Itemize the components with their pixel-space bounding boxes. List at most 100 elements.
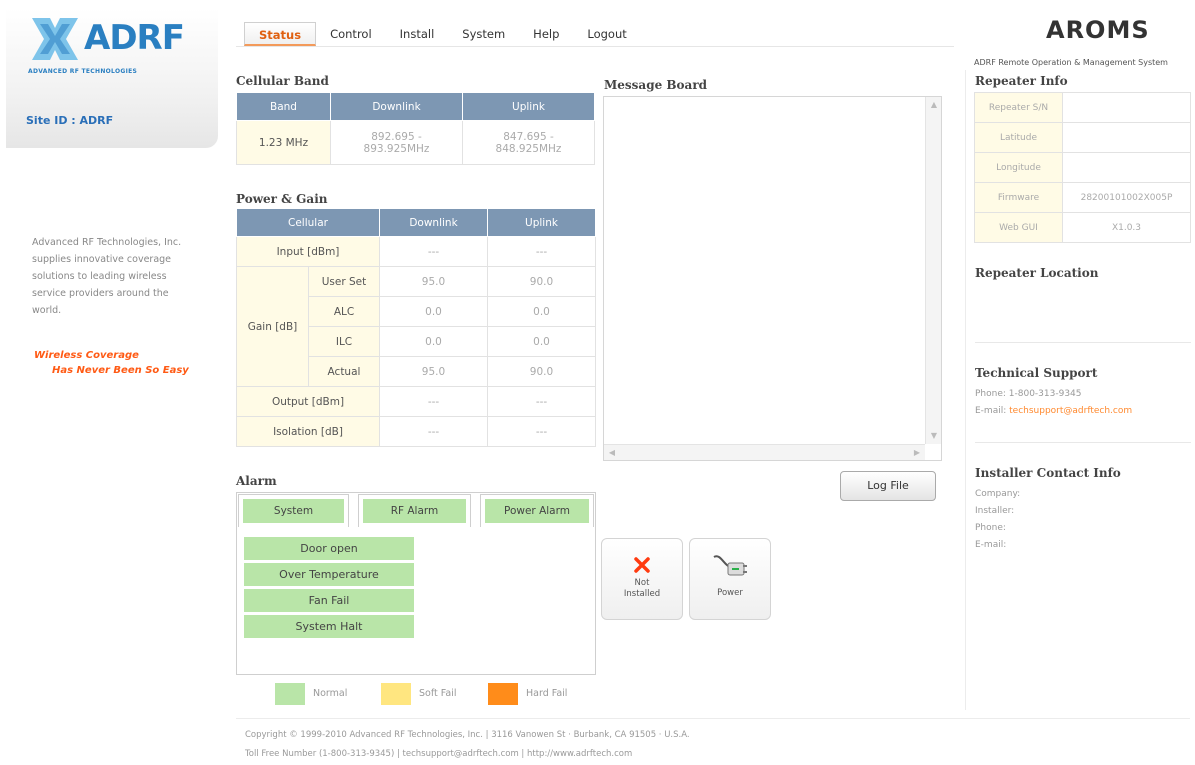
legend-soft-fail-label: Soft Fail: [419, 688, 457, 699]
horizontal-scrollbar[interactable]: ◀ ▶: [604, 444, 925, 460]
gain-row-downlink: 95.0: [379, 356, 488, 387]
about-text: Advanced RF Technologies, Inc. supplies …: [32, 237, 182, 316]
red-x-icon: [634, 557, 650, 573]
divider: [975, 342, 1191, 343]
alarm-item: Door open: [244, 537, 414, 561]
tab-status[interactable]: Status: [244, 22, 317, 46]
power-gain-title: Power & Gain: [236, 192, 328, 206]
gain-row-label: ILC: [308, 326, 380, 357]
info-value: [1062, 122, 1191, 153]
scroll-right-icon[interactable]: ▶: [909, 445, 925, 461]
tab-help[interactable]: Help: [519, 22, 573, 46]
input-uplink: ---: [487, 236, 596, 267]
alarm-tab-rf[interactable]: RF Alarm: [358, 494, 471, 527]
alarm-tab-system[interactable]: System: [238, 494, 349, 527]
gain-row-downlink: 0.0: [379, 296, 488, 327]
info-label: Longitude: [974, 152, 1063, 183]
output-label: Output [dBm]: [236, 386, 380, 417]
gain-label: Gain [dB]: [236, 266, 309, 387]
power-gain-table: Cellular Downlink Uplink Input [dBm] ---…: [236, 208, 596, 447]
gain-row-label: ALC: [308, 296, 380, 327]
footer-copyright: Copyright © 1999-2010 Advanced RF Techno…: [245, 730, 690, 740]
scroll-left-icon[interactable]: ◀: [604, 445, 620, 461]
gain-row-label: Actual: [308, 356, 380, 387]
input-label: Input [dBm]: [236, 236, 380, 267]
installer-name: Installer:: [975, 506, 1015, 516]
legend-hard-fail-label: Hard Fail: [526, 688, 568, 699]
support-email-link[interactable]: techsupport@adrftech.com: [1009, 406, 1132, 416]
header-cellular: Cellular: [236, 208, 380, 237]
installer-contact-title: Installer Contact Info: [975, 466, 1121, 480]
tagline-line-1: Wireless Coverage: [34, 350, 139, 361]
power-plug-icon: [713, 555, 747, 576]
logo-text: ADRF: [84, 18, 185, 58]
divider: [975, 442, 1191, 443]
info-label: Firmware: [974, 182, 1063, 213]
info-value: [1062, 92, 1191, 123]
app-title: AROMS: [1046, 16, 1150, 44]
downlink-value: 892.695 - 893.925MHz: [330, 120, 463, 165]
tab-system[interactable]: System: [448, 22, 519, 46]
gain-row-uplink: 90.0: [487, 266, 596, 297]
footer-contact: Toll Free Number (1-800-313-9345) | tech…: [245, 749, 633, 759]
alarm-tab-power[interactable]: Power Alarm: [480, 494, 594, 527]
alarm-tab-label: RF Alarm: [363, 499, 466, 523]
cellular-band-title: Cellular Band: [236, 74, 329, 88]
gain-row-uplink: 90.0: [487, 356, 596, 387]
isolation-uplink: ---: [487, 416, 596, 447]
legend-soft-fail-swatch: [381, 683, 411, 705]
header-downlink: Downlink: [379, 208, 488, 237]
tab-logout[interactable]: Logout: [573, 22, 640, 46]
alarm-tab-label: Power Alarm: [485, 499, 589, 523]
alarm-item: Fan Fail: [244, 589, 414, 613]
not-installed-label-1: Not: [634, 578, 650, 588]
legend-hard-fail-swatch: [488, 683, 518, 705]
alarm-item: System Halt: [244, 615, 414, 639]
info-value: X1.0.3: [1062, 212, 1191, 243]
legend-normal-label: Normal: [313, 688, 348, 699]
input-downlink: ---: [379, 236, 488, 267]
info-label: Web GUI: [974, 212, 1063, 243]
isolation-label: Isolation [dB]: [236, 416, 380, 447]
gain-row-uplink: 0.0: [487, 296, 596, 327]
site-id: Site ID : ADRF: [26, 114, 114, 127]
vertical-scrollbar[interactable]: ▲ ▼: [925, 97, 941, 444]
technical-support-title: Technical Support: [975, 366, 1098, 380]
tagline: Wireless Coverage Has Never Been So Easy: [34, 348, 189, 378]
not-installed-button[interactable]: Not Installed: [601, 538, 683, 620]
technical-support-info: Phone: 1-800-313-9345 E-mail: techsuppor…: [975, 386, 1132, 420]
info-value: 28200101002X005P: [1062, 182, 1191, 213]
output-downlink: ---: [379, 386, 488, 417]
info-label: Repeater S/N: [974, 92, 1063, 123]
app-subtitle: ADRF Remote Operation & Management Syste…: [974, 58, 1168, 67]
info-label: Latitude: [974, 122, 1063, 153]
right-panel-divider: [965, 70, 966, 710]
gain-row-uplink: 0.0: [487, 326, 596, 357]
message-board-title: Message Board: [604, 78, 708, 92]
alarm-title: Alarm: [236, 474, 277, 488]
gain-row-downlink: 0.0: [379, 326, 488, 357]
header-uplink: Uplink: [487, 208, 596, 237]
support-email-line: E-mail: techsupport@adrftech.com: [975, 403, 1132, 420]
scroll-up-icon[interactable]: ▲: [926, 97, 942, 113]
logo-subtitle: ADVANCED RF TECHNOLOGIES: [28, 68, 138, 75]
scroll-down-icon[interactable]: ▼: [926, 428, 942, 444]
message-board-textarea[interactable]: ▲ ▼ ◀ ▶: [603, 96, 942, 461]
gain-row-downlink: 95.0: [379, 266, 488, 297]
not-installed-label-2: Installed: [623, 589, 661, 599]
info-value: [1062, 152, 1191, 183]
tagline-line-2: Has Never Been So Easy: [52, 365, 189, 376]
header-band: Band: [236, 92, 331, 121]
power-button[interactable]: Power: [689, 538, 771, 620]
alarm-tab-label: System: [243, 499, 344, 523]
installer-company: Company:: [975, 489, 1021, 499]
log-file-button[interactable]: Log File: [840, 471, 936, 501]
cellular-band-table: Band Downlink Uplink 1.23 MHz 892.695 - …: [236, 92, 595, 165]
repeater-info-title: Repeater Info: [975, 74, 1068, 88]
main-nav: Status Control Install System Help Logou…: [244, 22, 641, 46]
uplink-value: 847.695 - 848.925MHz: [462, 120, 595, 165]
tab-control[interactable]: Control: [316, 22, 386, 46]
tab-install[interactable]: Install: [386, 22, 449, 46]
power-label: Power: [717, 588, 743, 598]
support-phone: Phone: 1-800-313-9345: [975, 389, 1082, 399]
